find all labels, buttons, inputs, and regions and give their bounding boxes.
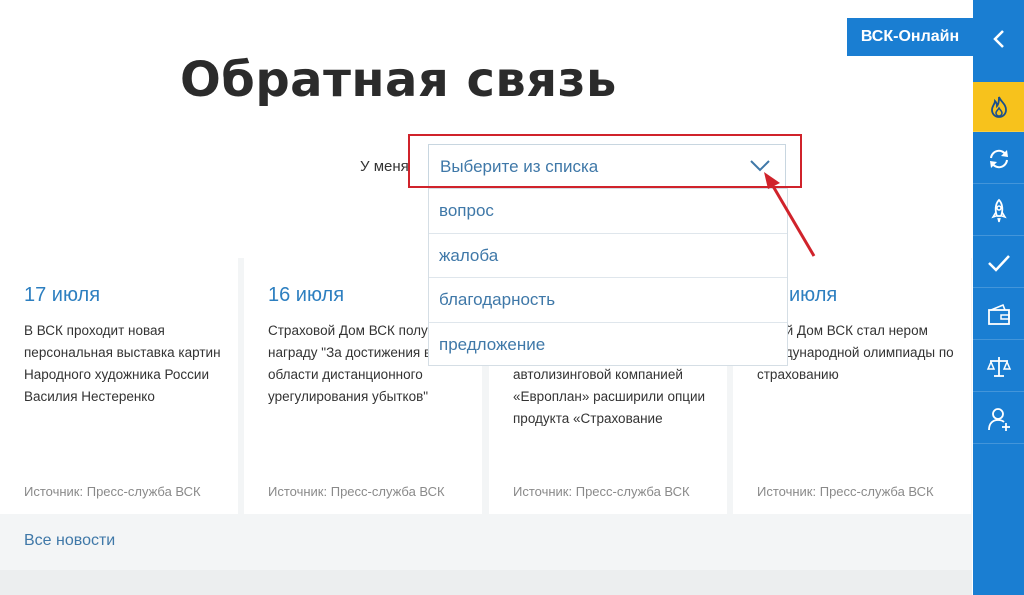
sidebar-item-travel[interactable]	[973, 186, 1024, 236]
page-title: Обратная связь	[180, 52, 617, 108]
form-label: У меня	[360, 158, 409, 175]
sidebar-item-health[interactable]	[973, 394, 1024, 444]
scales-icon	[986, 356, 1011, 377]
news-source: Источник: Пресс-служба ВСК	[513, 484, 690, 499]
option-complaint[interactable]: жалоба	[429, 234, 787, 278]
person-add-icon	[987, 407, 1010, 431]
check-icon	[987, 254, 1010, 272]
wallet-icon	[987, 303, 1010, 325]
fire-icon	[990, 96, 1007, 118]
sidebar-item-renewal[interactable]	[973, 134, 1024, 184]
select-dropdown: вопрос жалоба благодарность предложение	[428, 188, 788, 366]
news-source: Источник: Пресс-служба ВСК	[24, 484, 201, 499]
refresh-icon	[989, 149, 1008, 168]
news-source: Источник: Пресс-служба ВСК	[268, 484, 445, 499]
collapse-button[interactable]	[973, 14, 1024, 64]
sidebar-item-legal[interactable]	[973, 342, 1024, 392]
option-suggestion[interactable]: предложение	[429, 323, 787, 368]
sidebar-item-finance[interactable]	[973, 290, 1024, 340]
news-card[interactable]: 17 июля В ВСК проходит новая персональна…	[0, 258, 238, 514]
chevron-left-icon	[992, 30, 1004, 48]
news-text[interactable]: В ВСК проходит новая персональная выстав…	[24, 320, 224, 408]
news-source: Источник: Пресс-служба ВСК	[757, 484, 934, 499]
option-gratitude[interactable]: благодарность	[429, 278, 787, 323]
news-date[interactable]: 16 июля	[268, 284, 344, 307]
vsk-online-button[interactable]: ВСК-Онлайн	[847, 18, 973, 56]
news-date[interactable]: июля	[789, 284, 837, 307]
option-question[interactable]: вопрос	[429, 189, 787, 234]
news-footer: Все новости	[0, 514, 972, 570]
news-date[interactable]: 17 июля	[24, 284, 100, 307]
rocket-icon	[990, 198, 1007, 222]
highlight-frame	[408, 134, 802, 188]
bottom-strip	[0, 570, 972, 595]
right-sidebar	[973, 0, 1024, 595]
all-news-link[interactable]: Все новости	[24, 532, 115, 550]
news-text[interactable]: автолизинговой компанией «Европлан» расш…	[513, 364, 713, 430]
sidebar-item-check[interactable]	[973, 238, 1024, 288]
sidebar-item-property[interactable]	[973, 82, 1024, 132]
